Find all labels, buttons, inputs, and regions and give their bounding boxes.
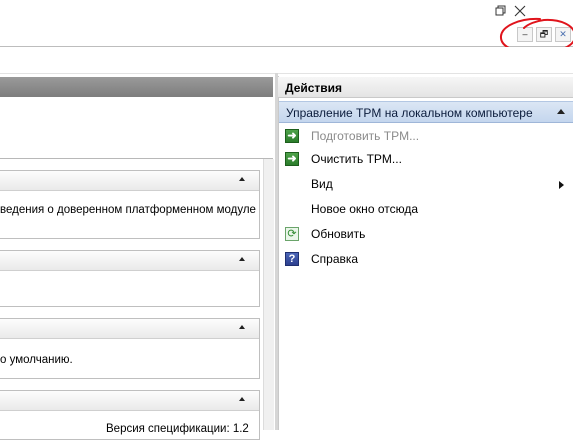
arrow-right-icon: ➜ [285, 152, 299, 166]
action-refresh[interactable]: ⟳ Обновить [285, 224, 570, 246]
child-minimize-button[interactable]: – [517, 27, 533, 42]
actions-group-header[interactable]: Управление TPM на локальном компьютере [279, 101, 573, 123]
help-icon: ? [285, 252, 299, 266]
child-restore-button[interactable]: 🗗 [536, 27, 552, 42]
section-available-options: о умолчанию. [0, 318, 260, 379]
action-new-window[interactable]: Новое окно отсюда [285, 199, 570, 221]
section-tpm-info: Версия спецификации: 1.2 [0, 390, 260, 440]
action-label: Вид [311, 177, 333, 191]
restore-icon: 🗗 [539, 29, 549, 39]
section-text: Версия спецификации: 1.2 [106, 423, 249, 435]
section-header[interactable] [0, 319, 259, 339]
collapse-icon[interactable] [239, 325, 245, 329]
section-overview: ведения о доверенном платформенном модул… [0, 170, 260, 239]
action-label: Новое окно отсюда [311, 202, 419, 216]
section-header[interactable] [0, 171, 259, 191]
main-pane-scrollbar[interactable] [263, 159, 274, 430]
collapse-icon[interactable] [557, 109, 565, 114]
action-prepare-tpm[interactable]: ➜ Подготовить TPM... [285, 126, 570, 148]
collapse-icon[interactable] [239, 397, 245, 401]
window-close-button[interactable] [503, 0, 537, 22]
action-label: Подготовить TPM... [311, 129, 420, 143]
collapse-icon[interactable] [239, 257, 245, 261]
actions-title-text: Действия [285, 81, 343, 95]
refresh-icon: ⟳ [285, 227, 299, 241]
action-view[interactable]: Вид [285, 174, 570, 196]
section-header[interactable] [0, 391, 259, 411]
close-icon [514, 5, 526, 17]
child-close-button[interactable]: ✕ [555, 27, 571, 42]
submenu-arrow-icon [559, 181, 564, 189]
actions-group-title: Управление TPM на локальном компьютере [286, 106, 533, 120]
arrow-right-icon: ➜ [285, 129, 299, 143]
minimize-icon: – [522, 29, 528, 39]
actions-pane-title: Действия [278, 77, 573, 98]
action-label: Очистить TPM... [311, 152, 402, 166]
action-label: Справка [311, 252, 359, 266]
action-help[interactable]: ? Справка [285, 249, 570, 271]
section-status [0, 250, 260, 307]
section-text: ведения о доверенном платформенном модул… [0, 204, 256, 216]
section-text: о умолчанию. [0, 354, 73, 366]
window-title-bar [0, 0, 573, 24]
section-header[interactable] [0, 251, 259, 271]
action-label: Обновить [311, 227, 366, 241]
mdi-control-bar: – 🗗 ✕ [0, 24, 573, 47]
main-pane-divider [0, 158, 273, 159]
collapse-icon[interactable] [239, 177, 245, 181]
toolbar-strip [0, 47, 573, 74]
main-pane-header [0, 77, 273, 97]
close-icon: ✕ [559, 29, 567, 39]
action-clear-tpm[interactable]: ➜ Очистить TPM... [285, 149, 570, 171]
